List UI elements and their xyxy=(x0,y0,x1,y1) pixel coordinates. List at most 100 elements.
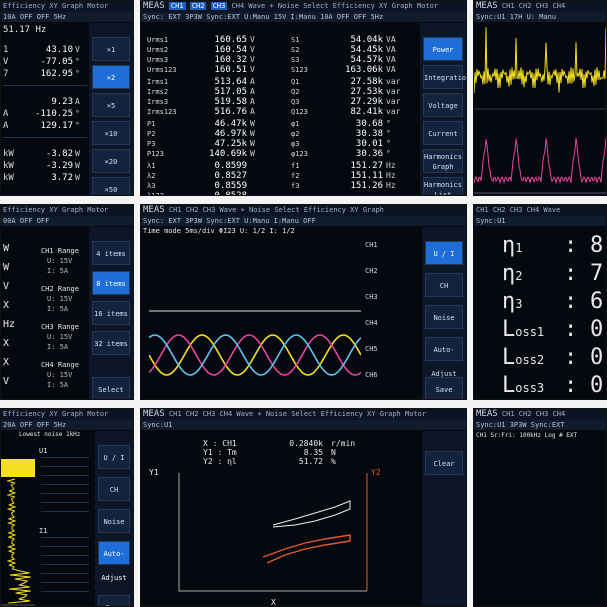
tab-ch3[interactable]: CH3 xyxy=(536,410,549,418)
u-i-button[interactable]: U / I xyxy=(425,241,463,265)
param-unit: var xyxy=(386,87,401,96)
voltage-range[interactable]: U: 15V xyxy=(47,371,72,379)
measurement-row: P2 46.97k W xyxy=(147,129,255,139)
row-value: 162.95 xyxy=(40,69,73,79)
measurement-row: Q1 27.58k var xyxy=(291,77,400,87)
current-range[interactable]: I: 5A xyxy=(47,343,68,351)
param-value: 46.97k xyxy=(214,129,247,139)
unit-letter: V xyxy=(3,376,10,387)
unit-letter: Hz xyxy=(3,319,16,330)
ch-button[interactable]: CH xyxy=(98,477,130,501)
panel-waveform: MEAS CH1 CH2 CH3 Wave + Noise Select Eff… xyxy=(140,204,467,400)
ch-button[interactable]: CH xyxy=(425,273,463,297)
measurement-row: P123 140.69k W xyxy=(147,149,255,159)
unit-letter: X xyxy=(3,300,10,311)
table-row xyxy=(41,555,89,556)
zoom-x5-button[interactable]: ×5 xyxy=(92,93,130,117)
tab-bar[interactable]: MEAS CH1 CH2 CH3 CH4 xyxy=(474,1,606,12)
panel-xy-graph: MEAS CH1 CH2 CH3 CH4 Wave + Noise Select… xyxy=(140,408,467,607)
current-range[interactable]: I: 5A xyxy=(47,381,68,389)
save-button[interactable]: Save xyxy=(425,377,463,399)
voltage-range[interactable]: U: 15V xyxy=(47,257,72,265)
tab-ch1[interactable]: CH1 xyxy=(169,206,182,214)
current-range[interactable]: I: 5A xyxy=(47,267,68,275)
tab-ch2[interactable]: CH2 xyxy=(186,206,199,214)
tab-ch3[interactable]: CH3 xyxy=(536,2,549,10)
row-value: 9.23 xyxy=(51,97,73,107)
tab-ch1[interactable]: CH1 xyxy=(502,2,515,10)
mode-tabs[interactable]: Wave + Noise Select Efficiency XY Graph … xyxy=(236,410,426,418)
param-label: λ3 xyxy=(147,182,156,190)
vector-row: 9.23 A xyxy=(3,97,89,107)
clear-button[interactable]: Clear xyxy=(425,451,463,475)
voltage-button[interactable]: Voltage xyxy=(423,93,463,117)
zoom-x20-button[interactable]: ×20 xyxy=(92,149,130,173)
vector-row: 1 43.10 V xyxy=(3,45,89,55)
mode-tabs[interactable]: Wave + Noise Select Efficiency XY Graph xyxy=(220,206,384,214)
tab-bar[interactable]: MEAS CH1 CH2 CH3 CH4 Wave + Noise Select… xyxy=(141,1,466,12)
row-colon: : xyxy=(564,233,578,258)
tab-ch3[interactable]: CH3 xyxy=(203,206,216,214)
integration-button[interactable]: Integration xyxy=(423,65,466,89)
16-items-button[interactable]: 16 items xyxy=(92,301,130,325)
current-button[interactable]: Current xyxy=(423,121,463,145)
table-row xyxy=(41,475,89,476)
8-items-button[interactable]: 8 items xyxy=(92,271,130,295)
auto-adjust-button[interactable]: Auto-Adjust xyxy=(98,541,130,582)
power-button[interactable]: Power xyxy=(423,37,463,61)
current-range[interactable]: I: 5A xyxy=(47,305,68,313)
efficiency-row: Loss3:0. xyxy=(502,373,606,398)
tab-bar[interactable]: MEAS CH1 CH2 CH3 CH4 xyxy=(474,409,606,420)
noise-button[interactable]: Noise xyxy=(425,305,463,329)
harmonics-list-button[interactable]: Harmonics List xyxy=(423,177,463,195)
tab-ch2[interactable]: CH2 xyxy=(519,410,532,418)
param-label: P3 xyxy=(147,140,156,148)
tab-bar[interactable]: Efficiency XY Graph Motor xyxy=(1,1,133,12)
vector-row: kW 3.72 W xyxy=(3,173,89,183)
info-bar: 10A OFF OFF 5Hz xyxy=(1,12,133,22)
tab-ch1[interactable]: CH1 xyxy=(168,2,186,10)
zoom-x2-button[interactable]: ×2 xyxy=(92,65,130,89)
row-unit: ° xyxy=(75,109,80,118)
meas-logo: MEAS xyxy=(143,1,165,11)
tab-ch1[interactable]: CH1 xyxy=(502,410,515,418)
auto-adjust-button[interactable]: Auto-Adjust xyxy=(425,337,463,378)
zoom-x50-button[interactable]: ×50 xyxy=(92,177,130,195)
param-unit: var xyxy=(386,97,401,106)
noise-button[interactable]: Noise xyxy=(98,509,130,533)
tab-bar[interactable]: MEAS CH1 CH2 CH3 CH4 Wave + Noise Select… xyxy=(141,409,466,420)
tab-ch4[interactable]: CH4 xyxy=(220,410,233,418)
tab-bar[interactable]: CH1 CH2 CH3 CH4 Wave xyxy=(474,205,606,216)
u-i-button[interactable]: U / I xyxy=(98,445,130,469)
param-value: 27.53k xyxy=(350,87,383,97)
table-row xyxy=(41,573,89,574)
tab-bar[interactable]: Efficiency XY Graph Motor xyxy=(1,205,133,216)
param-label: λ1 xyxy=(147,162,156,170)
param-unit: W xyxy=(250,139,255,148)
harmonics-graph-button[interactable]: Harmonics Graph xyxy=(423,149,463,173)
tab-ch4[interactable]: CH4 xyxy=(553,410,566,418)
tab-ch2[interactable]: CH2 xyxy=(186,410,199,418)
select-button[interactable]: Select xyxy=(92,377,130,399)
32-items-button[interactable]: 32 items xyxy=(92,331,130,355)
mode-tabs[interactable]: Wave + Noise Select Efficiency XY Graph … xyxy=(248,2,438,10)
tab-bar[interactable]: MEAS CH1 CH2 CH3 Wave + Noise Select Eff… xyxy=(141,205,466,216)
voltage-range[interactable]: U: 15V xyxy=(47,295,72,303)
tab-ch4[interactable]: CH4 xyxy=(553,2,566,10)
tab-ch3[interactable]: CH3 xyxy=(203,410,216,418)
param-label: Urms2 xyxy=(147,46,169,54)
4-items-button[interactable]: 4 items xyxy=(92,241,130,265)
zoom-x1-button[interactable]: ×1 xyxy=(92,37,130,61)
tab-ch2[interactable]: CH2 xyxy=(189,2,207,10)
param-value: 82.41k xyxy=(350,107,383,117)
voltage-range[interactable]: U: 15V xyxy=(47,333,72,341)
param-label: S3 xyxy=(291,56,300,64)
tab-ch2[interactable]: CH2 xyxy=(519,2,532,10)
tab-bar[interactable]: Efficiency XY Graph Motor xyxy=(1,409,133,420)
tab-ch3[interactable]: CH3 xyxy=(210,2,228,10)
save-button[interactable]: Save xyxy=(98,595,130,606)
tab-ch4[interactable]: CH4 xyxy=(232,2,245,10)
zoom-x10-button[interactable]: ×10 xyxy=(92,121,130,145)
param-label: λ2 xyxy=(147,172,156,180)
tab-ch1[interactable]: CH1 xyxy=(169,410,182,418)
